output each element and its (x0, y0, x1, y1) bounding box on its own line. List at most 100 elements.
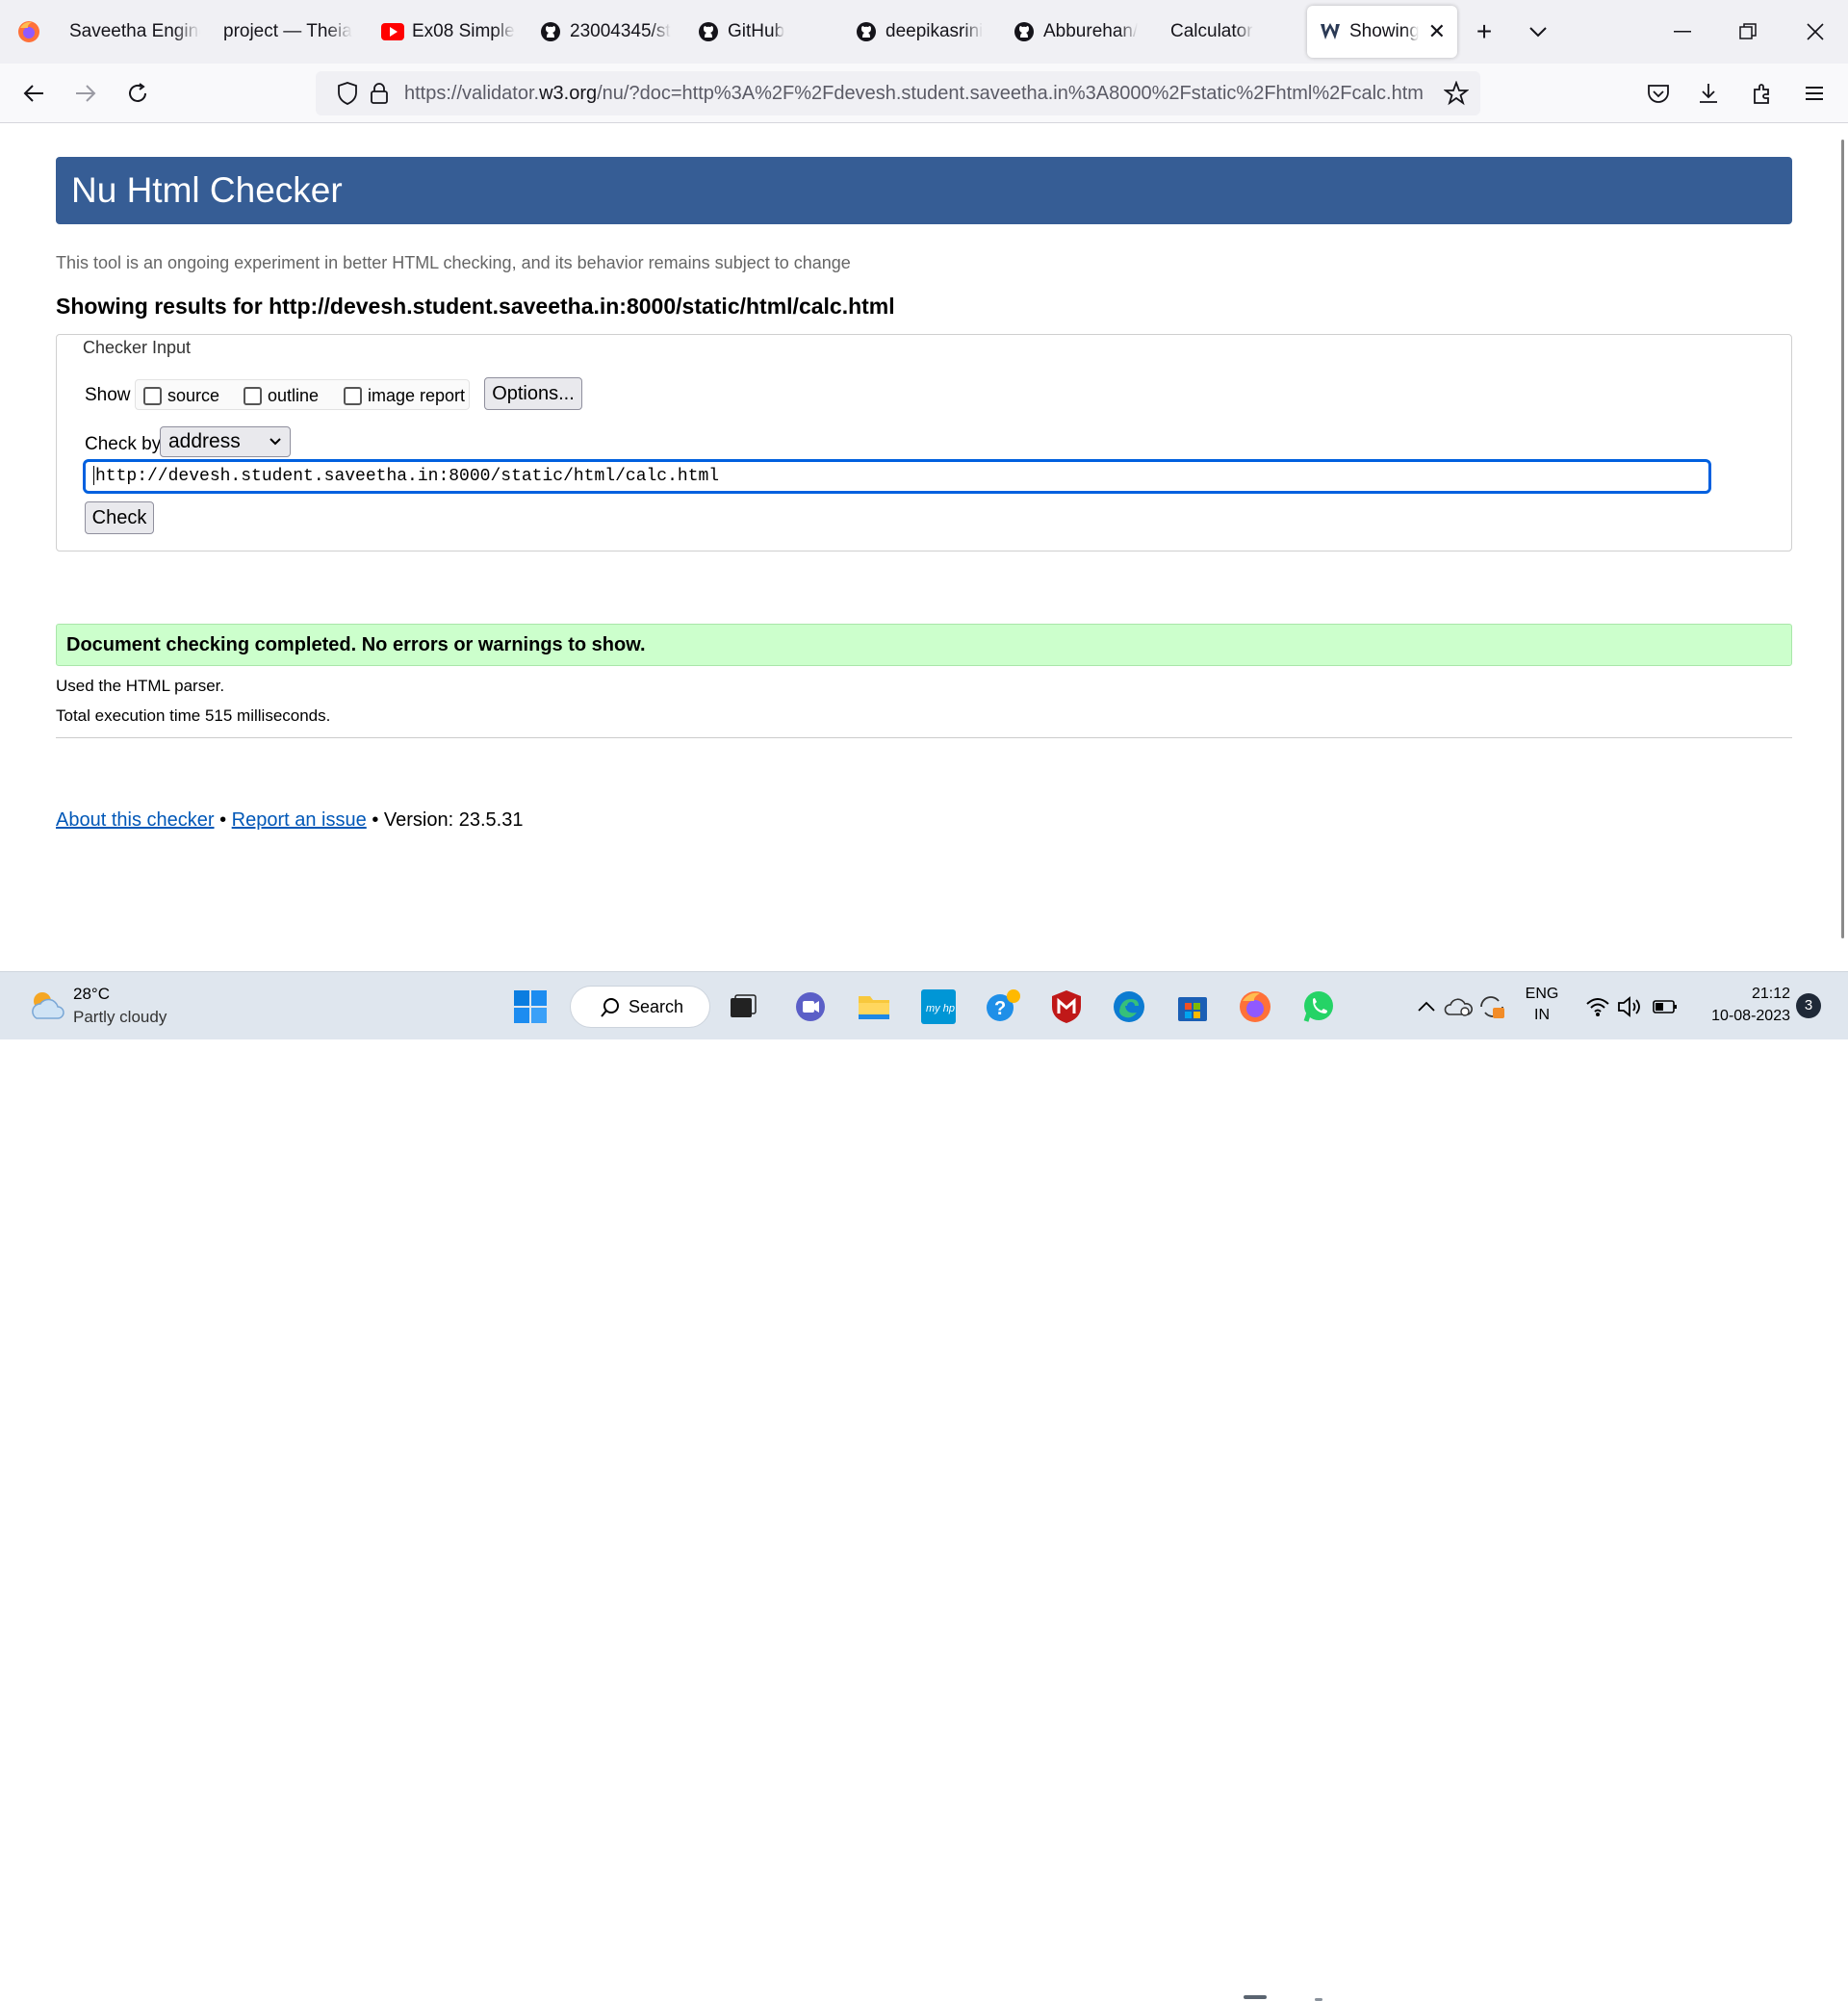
tracking-protection-shield-icon[interactable] (337, 82, 358, 110)
downloads-icon[interactable] (1686, 71, 1731, 115)
tab-deepikasrini[interactable]: deepikasrini (843, 6, 1001, 58)
bookmark-star-icon[interactable] (1443, 80, 1470, 111)
execution-time: Total execution time 515 milliseconds. (56, 706, 331, 725)
check-button[interactable]: Check (85, 501, 154, 534)
about-checker-link[interactable]: About this checker (56, 809, 215, 831)
checker-input-legend: Checker Input (75, 338, 199, 358)
firefox-taskbar-icon[interactable] (1236, 988, 1274, 1026)
svg-text:my hp: my hp (926, 1003, 955, 1014)
new-tab-icon[interactable]: + (1457, 0, 1511, 64)
close-tab-icon[interactable]: ✕ (1428, 19, 1446, 44)
image-report-checkbox-option[interactable]: image report (344, 380, 465, 411)
get-help-icon[interactable]: ? (984, 988, 1022, 1026)
github-icon (539, 20, 562, 43)
checkbox-label: source (167, 385, 220, 405)
tagline: This tool is an ongoing experiment in be… (56, 253, 851, 272)
checkbox-label: image report (368, 385, 466, 405)
taskbar-search[interactable]: Search (570, 986, 710, 1028)
tab-title: Saveetha Engine (69, 21, 200, 41)
onedrive-icon[interactable] (1439, 988, 1477, 1026)
active-app-indicator (1244, 1995, 1267, 1999)
pocket-icon[interactable] (1636, 71, 1681, 115)
sync-icon[interactable] (1473, 988, 1511, 1026)
edge-browser-icon[interactable] (1110, 988, 1148, 1026)
weather-description[interactable]: Partly cloudy (73, 1008, 167, 1027)
clock-date[interactable]: 10-08-2023 (1692, 1008, 1790, 1025)
myhp-icon[interactable]: my hp (919, 988, 958, 1026)
outline-checkbox[interactable] (244, 386, 262, 405)
minimize-icon[interactable] (1650, 0, 1715, 64)
tab-theia[interactable]: project — Theia (212, 6, 370, 58)
version-text: Version: 23.5.31 (383, 809, 524, 831)
notification-badge[interactable]: 3 (1796, 993, 1821, 1018)
forward-arrow-icon[interactable] (64, 71, 108, 115)
tab-github[interactable]: GitHub (685, 6, 843, 58)
microsoft-store-icon[interactable] (1173, 988, 1212, 1026)
teams-chat-icon[interactable] (791, 988, 830, 1026)
task-view-icon[interactable] (724, 988, 762, 1026)
footer: About this checker • Report an issue • V… (56, 809, 523, 832)
hamburger-menu-icon[interactable] (1792, 71, 1836, 115)
search-label: Search (629, 996, 684, 1016)
show-options-group: source outline image report (135, 379, 470, 410)
search-icon (600, 997, 621, 1023)
whatsapp-icon[interactable] (1299, 988, 1338, 1026)
volume-icon[interactable] (1611, 988, 1650, 1026)
scrollbar-thumb[interactable] (1841, 140, 1844, 938)
windows-taskbar: 28°C Partly cloudy Search my hp ? ENG IN… (0, 971, 1848, 2001)
url-prefix: https://validator. (404, 83, 540, 104)
check-by-select[interactable]: address (160, 426, 291, 457)
show-label: Show (85, 385, 131, 405)
parser-info: Used the HTML parser. (56, 677, 225, 695)
tab-title: Abburehan/ (1043, 21, 1139, 41)
url-text[interactable]: https://validator.w3.org/nu/?doc=http%3A… (404, 71, 1434, 115)
address-input[interactable]: http://devesh.student.saveetha.in:8000/s… (83, 459, 1711, 494)
restore-icon[interactable] (1715, 0, 1781, 64)
options-button[interactable]: Options... (484, 377, 582, 410)
navigation-toolbar: https://validator.w3.org/nu/?doc=http%3A… (0, 64, 1848, 123)
checkbox-label: outline (268, 385, 320, 405)
checker-input-fieldset (56, 334, 1792, 552)
page-title: Nu Html Checker (56, 157, 1792, 224)
windows-start-icon[interactable] (511, 988, 550, 1026)
url-path: /nu/?doc=http%3A%2F%2Fdevesh.student.sav… (597, 83, 1424, 104)
outline-checkbox-option[interactable]: outline (244, 380, 319, 411)
page-content: Nu Html Checker This tool is an ongoing … (0, 124, 1848, 971)
input-language-top[interactable]: ENG (1523, 986, 1561, 1003)
lock-icon[interactable] (370, 82, 389, 110)
input-language-bottom[interactable]: IN (1523, 1007, 1561, 1024)
address-bar[interactable]: https://validator.w3.org/nu/?doc=http%3A… (316, 71, 1480, 115)
footer-separator: • (372, 809, 379, 831)
address-input-value: http://devesh.student.saveetha.in:8000/s… (95, 467, 720, 486)
battery-icon[interactable] (1646, 988, 1684, 1026)
tab-calculator[interactable]: Calculator (1159, 6, 1307, 58)
weather-temperature[interactable]: 28°C (73, 985, 110, 1004)
extensions-icon[interactable] (1740, 71, 1784, 115)
clock-time[interactable]: 21:12 (1692, 986, 1790, 1003)
tab-saveetha[interactable]: Saveetha Engine (58, 6, 212, 58)
tab-title: Ex08 Simple (412, 21, 515, 41)
mcafee-icon[interactable] (1047, 988, 1086, 1026)
source-checkbox[interactable] (143, 386, 162, 405)
footer-separator: • (219, 809, 227, 831)
file-explorer-icon[interactable] (855, 988, 893, 1026)
text-caret (93, 466, 94, 486)
report-issue-link[interactable]: Report an issue (232, 809, 367, 831)
image-report-checkbox[interactable] (344, 386, 362, 405)
tab-23004345[interactable]: 23004345/st (527, 6, 685, 58)
partly-cloudy-icon[interactable] (27, 986, 67, 1026)
tab-title: Calculator (1170, 21, 1253, 41)
tab-title: GitHub (728, 21, 785, 41)
tab-strip: Saveetha Engine project — Theia Ex08 Sim… (0, 0, 1848, 64)
tab-abburehan[interactable]: Abburehan/ (1001, 6, 1159, 58)
source-checkbox-option[interactable]: source (143, 380, 219, 411)
close-window-icon[interactable] (1783, 0, 1848, 64)
back-arrow-icon[interactable] (12, 71, 56, 115)
list-all-tabs-icon[interactable] (1511, 0, 1565, 64)
github-icon (855, 20, 878, 43)
divider (56, 737, 1792, 738)
tab-ex08[interactable]: Ex08 Simple (370, 6, 527, 58)
reload-icon[interactable] (116, 71, 160, 115)
tab-showing[interactable]: Showing ✕ (1307, 6, 1457, 58)
firefox-view-icon[interactable] (0, 0, 58, 64)
